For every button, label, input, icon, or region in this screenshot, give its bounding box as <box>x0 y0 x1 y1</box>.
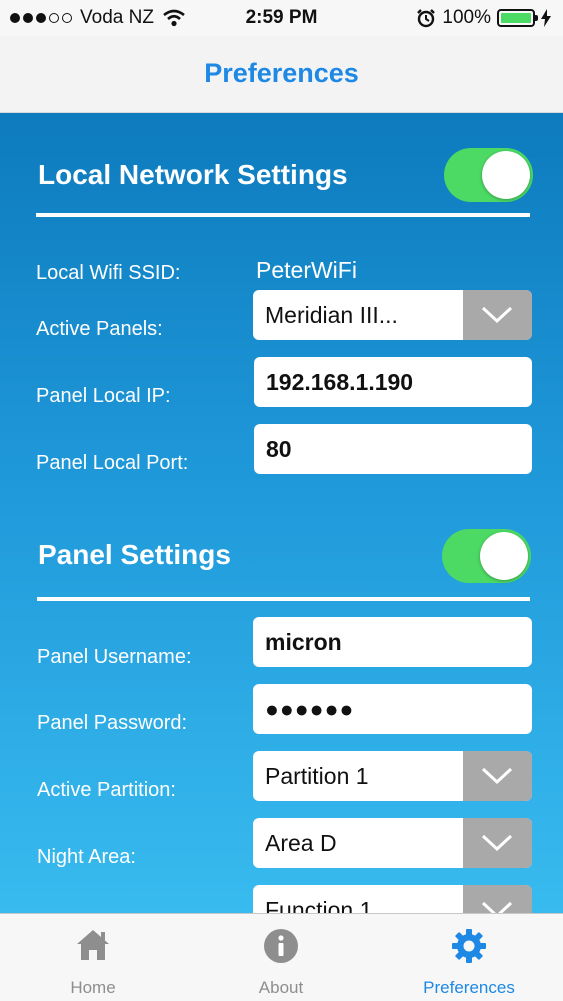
panel-settings-title: Panel Settings <box>38 539 231 570</box>
section-divider <box>36 213 530 217</box>
battery-icon <box>497 9 538 27</box>
toggle-knob <box>482 151 530 199</box>
navigation-bar: Preferences <box>0 36 563 113</box>
panel-password-input[interactable]: ●●●●●● <box>253 684 532 734</box>
night-area-value: Area D <box>265 830 337 856</box>
alarm-icon <box>417 9 436 28</box>
active-partition-value: Partition 1 <box>265 763 369 789</box>
active-panels-label: Active Panels: <box>36 318 163 340</box>
gear-icon <box>452 929 486 963</box>
panel-username-label: Panel Username: <box>37 646 192 668</box>
battery-percent: 100% <box>442 7 491 28</box>
tab-about[interactable]: About <box>206 914 356 1001</box>
dropdown-button[interactable] <box>463 818 532 868</box>
panel-username-input[interactable]: micron <box>253 617 532 667</box>
tab-home-label: Home <box>70 978 116 997</box>
active-panels-dropdown[interactable]: Meridian III... <box>253 290 532 340</box>
local-wifi-ssid-label: Local Wifi SSID: <box>36 262 181 284</box>
tab-about-label: About <box>258 978 304 997</box>
local-network-settings-title: Local Network Settings <box>38 159 348 190</box>
panel-local-ip-label: Panel Local IP: <box>36 385 171 407</box>
status-bar: Voda NZ 2:59 PM 100% <box>0 0 563 36</box>
night-area-dropdown[interactable]: Area D <box>253 818 532 868</box>
dropdown-button[interactable] <box>463 290 532 340</box>
info-icon <box>264 929 298 963</box>
chevron-down-icon <box>481 306 513 324</box>
tab-preferences[interactable]: Preferences <box>394 914 544 1001</box>
page-title: Preferences <box>204 58 359 88</box>
chevron-down-icon <box>481 767 513 785</box>
function-value: Function 1 <box>265 897 373 913</box>
local-wifi-ssid-value: PeterWiFi <box>256 257 357 283</box>
local-network-toggle[interactable] <box>444 148 533 202</box>
tab-home[interactable]: Home <box>18 914 168 1001</box>
toggle-knob <box>480 532 528 580</box>
active-partition-dropdown[interactable]: Partition 1 <box>253 751 532 801</box>
panel-settings-toggle[interactable] <box>442 529 531 583</box>
panel-local-ip-input[interactable]: 192.168.1.190 <box>254 357 532 407</box>
charging-icon <box>541 9 551 27</box>
panel-password-label: Panel Password: <box>37 712 188 734</box>
night-area-label: Night Area: <box>37 846 136 868</box>
chevron-down-icon <box>481 901 513 913</box>
chevron-down-icon <box>481 834 513 852</box>
home-icon <box>77 930 109 960</box>
tab-preferences-label: Preferences <box>423 978 515 997</box>
tab-bar: Home About Preferences <box>0 913 563 1001</box>
status-bar-right: 100% <box>416 7 551 29</box>
panel-local-port-input[interactable]: 80 <box>254 424 532 474</box>
active-partition-label: Active Partition: <box>37 779 176 801</box>
function-dropdown[interactable]: Function 1 <box>253 885 532 913</box>
preferences-content[interactable]: Local Network Settings Local Wifi SSID: … <box>0 113 563 913</box>
section-divider <box>37 597 530 601</box>
dropdown-button[interactable] <box>463 885 532 913</box>
panel-local-port-label: Panel Local Port: <box>36 452 189 474</box>
active-panels-value: Meridian III... <box>265 302 398 328</box>
dropdown-button[interactable] <box>463 751 532 801</box>
